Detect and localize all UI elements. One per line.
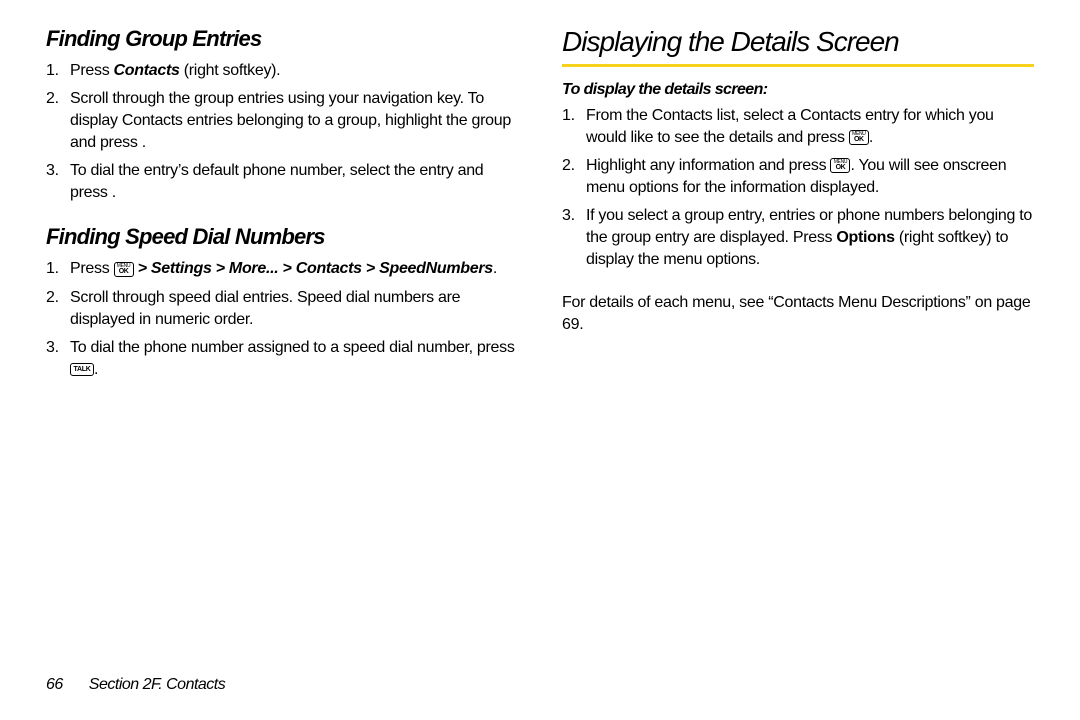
list-item: Highlight any information and press MENU… [562,155,1034,199]
step-text: From the Contacts list, select a Contact… [586,107,994,146]
menu-path: > Settings > More... > Contacts > SpeedN… [134,260,493,277]
list-item: To dial the phone number assigned to a s… [46,337,518,381]
paragraph-see-also: For details of each menu, see “Contacts … [562,292,1034,336]
list-item: Press Contacts (right softkey). [46,60,518,82]
talk-key-icon: TALK [70,363,94,376]
page-columns: Finding Group Entries Press Contacts (ri… [46,26,1034,636]
list-item: If you select a group entry, entries or … [562,205,1034,271]
list-item: Scroll through speed dial entries. Speed… [46,287,518,331]
ui-label-contacts: Contacts [114,62,180,79]
list-item: Press MENUOK > Settings > More... > Cont… [46,258,518,280]
menu-ok-key-icon: MENUOK [830,158,850,173]
section-label: Section 2F. Contacts [89,676,225,693]
step-text: Scroll through speed dial entries. Speed… [70,289,460,328]
step-text: Scroll through the group entries using y… [70,90,511,151]
list-details-screen: From the Contacts list, select a Contact… [562,105,1034,272]
list-finding-speed-dial: Press MENUOK > Settings > More... > Cont… [46,258,518,380]
left-column: Finding Group Entries Press Contacts (ri… [46,26,518,636]
section-title-details-screen: Displaying the Details Screen [562,26,1034,67]
step-text: To dial the phone number assigned to a s… [70,339,515,356]
step-text: . [493,260,497,277]
menu-ok-key-icon: MENUOK [114,262,134,277]
menu-ok-key-icon: MENUOK [849,130,869,145]
list-item: Scroll through the group entries using y… [46,88,518,154]
step-text: Press [70,62,114,79]
list-item: To dial the entry’s default phone number… [46,160,518,204]
list-finding-group-entries: Press Contacts (right softkey). Scroll t… [46,60,518,204]
page-footer: 66 Section 2F. Contacts [46,676,225,694]
step-text: . [94,361,98,378]
step-text: Highlight any information and press [586,157,830,174]
heading-finding-speed-dial: Finding Speed Dial Numbers [46,224,518,250]
right-column: Displaying the Details Screen To display… [562,26,1034,636]
step-text: . [869,129,873,146]
step-text: (right softkey). [180,62,281,79]
list-item: From the Contacts list, select a Contact… [562,105,1034,149]
page-number: 66 [46,676,63,693]
step-text: Press [70,260,114,277]
ui-label-options: Options [836,229,894,246]
heading-finding-group-entries: Finding Group Entries [46,26,518,52]
step-text: To dial the entry’s default phone number… [70,162,483,201]
intro-line: To display the details screen: [562,81,1034,99]
